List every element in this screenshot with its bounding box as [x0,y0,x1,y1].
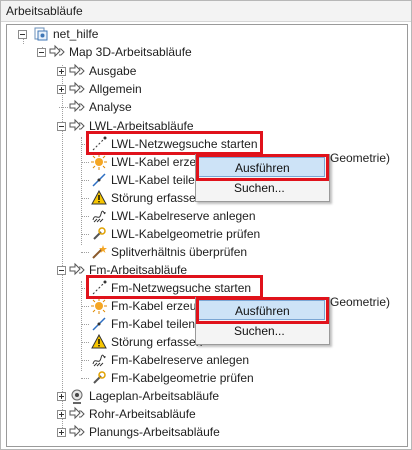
collapse-icon[interactable] [18,30,27,39]
expand-icon[interactable] [57,67,66,76]
collapse-icon[interactable] [57,266,66,275]
webcam-icon [71,389,83,404]
tree-line [81,162,89,163]
tree-line [81,360,89,361]
workflows-panel: Arbeitsabläufe net_hilfe Map 3D-Arbeitsa… [0,0,412,450]
obscured-label-suffix: Geometrie) [330,295,391,309]
wrench-check-icon [93,227,106,240]
project-icon [34,27,48,41]
wrench-check-icon [93,371,106,384]
highlight-menu-ausfuehren-1 [196,154,329,181]
tree-node-label: LWL-Kabelgeometrie prüfen [111,227,261,241]
tree-node-label: Planungs-Arbeitsabläufe [89,425,220,439]
workflow-folder-icon [69,81,85,95]
tree-line [81,378,89,379]
tree-line [81,342,89,343]
highlight-lwl-netzwegsuche [86,131,263,155]
cable-reserve-icon [92,354,106,367]
expand-icon[interactable] [57,428,66,437]
workflow-folder-icon [69,424,85,438]
workflow-folder-icon [69,99,85,113]
tree-node-label: Fm-Kabelreserve anlegen [111,353,250,367]
panel-title: Arbeitsabläufe [6,4,83,18]
menu-item-label: Suchen... [234,324,285,338]
tree-node-label: LWL-Kabel teilen [111,173,202,187]
tree-line [59,107,68,108]
tree-node-label: Analyse [89,100,132,114]
tree-node-label: Allgemein [89,82,142,96]
tree-node-label: Ausgabe [89,64,137,78]
tree-node-label: Störung erfassen [111,335,203,349]
tree-line [81,137,82,245]
split-line-icon [92,173,106,187]
tree-node-label: Map 3D-Arbeitsabläufe [69,45,192,59]
warning-icon [91,334,107,349]
expand-icon[interactable] [57,85,66,94]
tree-line [81,234,89,235]
workflow-folder-icon [69,63,85,77]
collapse-icon[interactable] [57,122,66,131]
obscured-label-suffix: Geometrie) [330,151,391,165]
menu-item-suchen[interactable]: Suchen... [198,178,325,198]
tree-node-label: Splitverhältnis überprüfen [111,245,248,259]
tree-node-label: Rohr-Arbeitsabläufe [89,407,196,421]
highlight-menu-ausfuehren-2 [196,297,329,324]
sun-burst-icon [91,154,107,170]
workflow-folder-icon [69,118,85,132]
panel-title-bar: Arbeitsabläufe [1,1,411,22]
expand-icon[interactable] [57,392,66,401]
workflow-folder-icon [69,262,85,276]
tree-node-label: LWL-Kabelreserve anlegen [111,209,256,223]
menu-item-label: Suchen... [234,181,285,195]
menu-item-suchen[interactable]: Suchen... [198,321,325,341]
wand-icon [92,245,107,259]
cable-reserve-icon [92,210,106,223]
split-line-icon [92,317,106,331]
tree-node-label: Fm-Kabel teilen [111,317,196,331]
tree-line [81,252,89,253]
tree-node-label: net_hilfe [53,27,99,41]
tree-line [62,65,63,432]
tree-line [81,180,89,181]
tree-node-label: Lageplan-Arbeitsabläufe [89,389,220,403]
workflow-folder-icon [69,406,85,420]
warning-icon [91,190,107,205]
tree-line [81,216,89,217]
workflow-tree[interactable]: net_hilfe Map 3D-Arbeitsabläufe Ausgabe … [6,24,408,447]
tree-node-label: Störung erfassen [111,191,203,205]
tree-node-label: Fm-Kabelgeometrie prüfen [111,371,254,385]
expand-icon[interactable] [57,410,66,419]
workflow-folder-icon [49,44,65,58]
sun-burst-icon [91,298,107,314]
tree-line [81,198,89,199]
highlight-fm-netzwegsuche [86,275,263,299]
tree-line [23,39,24,44]
tree-line [81,324,89,325]
tree-line [81,281,82,371]
collapse-icon[interactable] [37,48,46,57]
tree-line [81,306,89,307]
